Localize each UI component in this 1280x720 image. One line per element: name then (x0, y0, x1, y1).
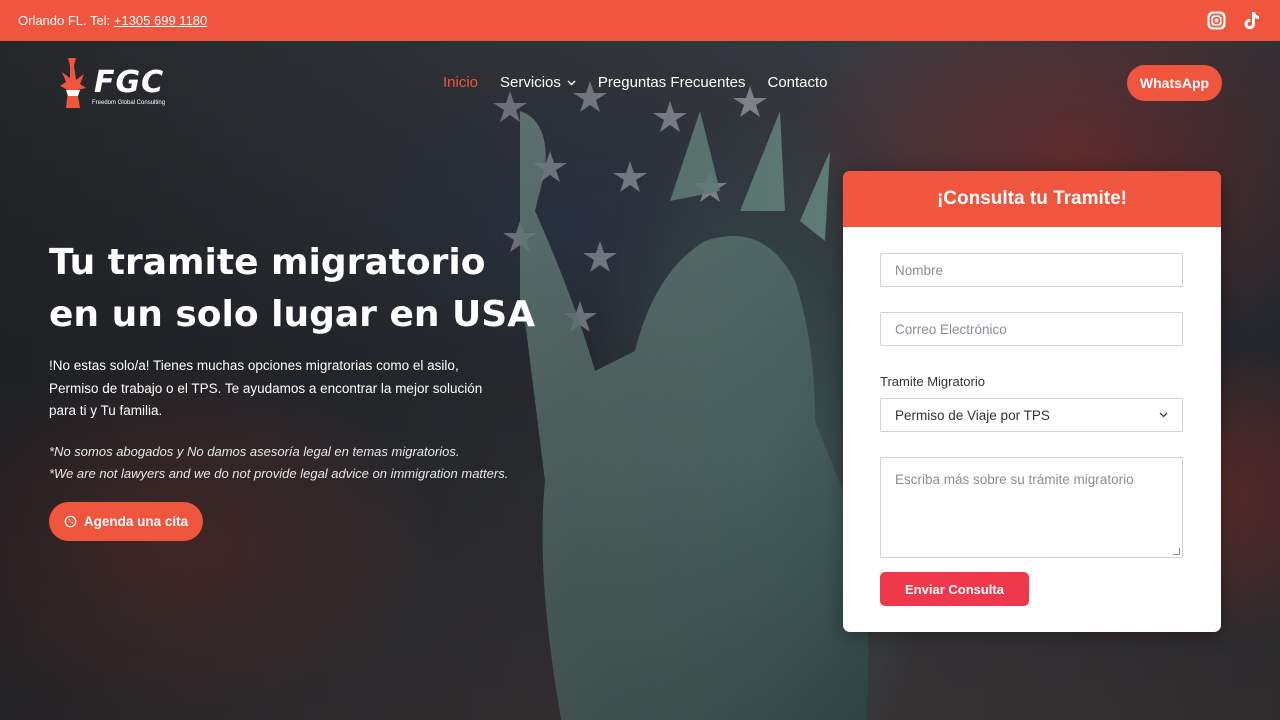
disclaimer-es: *No somos abogados y No damos asesoría l… (49, 444, 460, 459)
tiktok-icon[interactable] (1241, 10, 1262, 31)
chevron-down-icon (567, 80, 576, 85)
hero-intro: !No estas solo/a! Tienes muchas opciones… (49, 355, 489, 423)
logo-text: FGC (94, 64, 165, 100)
headline-line-2: en un solo lugar en USA (49, 294, 536, 335)
name-field[interactable]: Nombre (880, 253, 1183, 287)
nav-item-label: Contacto (767, 74, 828, 91)
location-text: Orlando FL. Tel: (18, 13, 114, 28)
liberty-logo-icon (60, 58, 86, 108)
disclaimer-en: *We are not lawyers and we do not provid… (49, 466, 509, 481)
nav-item-preguntas-frecuentes[interactable]: Preguntas Frecuentes (598, 74, 746, 91)
logo-subtitle: Freedom Global Consulting (92, 100, 166, 106)
whatsapp-icon (64, 515, 77, 528)
form-title: ¡Consulta tu Tramite! (843, 171, 1221, 227)
tramite-select-value: Permiso de Viaje por TPS (895, 407, 1050, 423)
cta-label: Agenda una cita (83, 514, 189, 529)
main-nav: Inicio Servicios Preguntas Frecuentes Co… (443, 74, 828, 91)
nav-item-inicio[interactable]: Inicio (443, 74, 478, 91)
resize-handle-icon[interactable] (1173, 548, 1180, 555)
nav-item-contacto[interactable]: Contacto (767, 74, 827, 91)
nav-item-label: Preguntas Frecuentes (597, 74, 746, 91)
whatsapp-button[interactable]: WhatsApp (1127, 65, 1222, 101)
tramite-label: Tramite Migratorio (880, 374, 985, 389)
consultation-form: ¡Consulta tu Tramite! Nombre Correo Elec… (843, 171, 1221, 632)
nav-item-servicios[interactable]: Servicios (500, 74, 576, 91)
intro-line-1: !No estas solo/a! Tienes muchas opciones… (49, 358, 459, 373)
legal-disclaimer: *No somos abogados y No damos asesoría l… (49, 441, 549, 485)
tramite-select[interactable]: Permiso de Viaje por TPS (880, 398, 1183, 432)
email-field[interactable]: Correo Electrónico (880, 312, 1183, 346)
nav-item-label: Inicio (443, 74, 479, 91)
fgc-logo[interactable]: FGC Freedom Global Consulting (56, 53, 171, 111)
intro-line-2: Permiso de trabajo o el TPS. Te ayudamos… (49, 380, 483, 396)
headline-line-1: Tu tramite migratorio (49, 242, 486, 283)
nav-item-label: Servicios (500, 74, 561, 91)
message-placeholder: Escriba más sobre su trámite migratorio (895, 472, 1134, 487)
social-links (1206, 10, 1262, 31)
instagram-icon[interactable] (1206, 10, 1227, 31)
message-textarea[interactable]: Escriba más sobre su trámite migratorio (880, 457, 1183, 558)
chevron-down-icon (1159, 412, 1168, 418)
top-bar: Orlando FL. Tel: +1305 699 1180 (0, 0, 1280, 41)
intro-line-3: para ti y Tu familia. (49, 403, 163, 418)
submit-consultation-button[interactable]: Enviar Consulta (880, 572, 1029, 606)
phone-link[interactable]: +1305 699 1180 (114, 13, 207, 28)
schedule-appointment-button[interactable]: Agenda una cita (49, 502, 203, 541)
contact-info: Orlando FL. Tel: +1305 699 1180 (18, 13, 207, 28)
hero-headline: Tu tramite migratorio en un solo lugar e… (49, 237, 569, 341)
